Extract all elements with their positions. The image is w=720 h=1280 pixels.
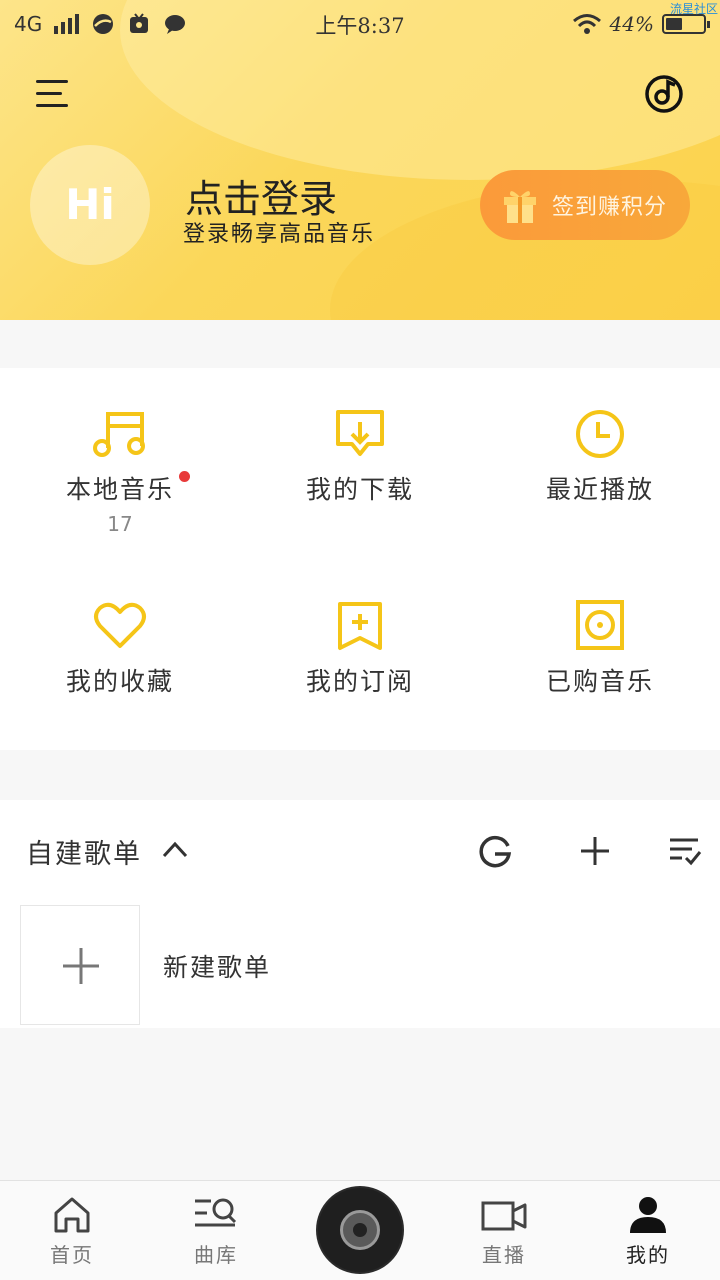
playlist-section: 自建歌单 新建歌单 — [0, 800, 720, 1028]
tab-label: 直播 — [482, 1243, 526, 1267]
tab-label: 我的 — [626, 1243, 670, 1267]
checkin-label: 签到赚积分 — [552, 195, 668, 220]
shortcut-download[interactable]: 我的下载 — [240, 408, 480, 506]
shortcut-label: 我的下载 — [305, 475, 414, 504]
status-bar: 4G 上午8:37 44% 流星社区 — [0, 0, 720, 48]
music-note-icon — [93, 412, 145, 457]
shortcut-purchased[interactable]: 已购音乐 — [480, 600, 720, 698]
notification-dot — [179, 471, 190, 482]
shortcut-subscriptions[interactable]: 我的订阅 — [240, 600, 480, 698]
wifi-icon — [572, 14, 601, 34]
checkin-button[interactable]: 签到赚积分 — [480, 170, 690, 240]
chevron-up-icon[interactable] — [162, 840, 188, 858]
user-icon — [630, 1197, 666, 1233]
now-playing-disc[interactable] — [318, 1188, 402, 1272]
shortcut-grid: 本地音乐 17 我的下载 最近播放 我的收藏 我的订阅 已购音乐 — [0, 368, 720, 750]
shortcut-label: 最近播放 — [545, 475, 654, 504]
shortcut-favorites[interactable]: 我的收藏 — [0, 600, 240, 698]
tab-label: 首页 — [50, 1243, 94, 1267]
shortcut-label: 本地音乐 — [65, 475, 174, 504]
home-icon — [54, 1197, 90, 1233]
shortcut-recent[interactable]: 最近播放 — [480, 408, 720, 506]
new-playlist-label[interactable]: 新建歌单 — [163, 948, 271, 984]
add-icon[interactable] — [578, 834, 612, 868]
menu-icon[interactable] — [36, 80, 68, 108]
tab-home[interactable]: 首页 — [12, 1195, 132, 1268]
shortcut-label: 已购音乐 — [545, 667, 654, 696]
new-playlist-button[interactable] — [20, 905, 140, 1025]
shortcut-local-music[interactable]: 本地音乐 17 — [0, 408, 240, 536]
purchased-disc-icon — [576, 600, 624, 650]
avatar[interactable]: Hi — [30, 145, 150, 265]
manage-list-icon[interactable] — [668, 834, 702, 868]
tab-label: 曲库 — [194, 1243, 238, 1267]
tab-mine[interactable]: 我的 — [588, 1195, 708, 1268]
login-title[interactable]: 点击登录 — [185, 168, 337, 223]
battery-percent: 44% — [609, 12, 654, 36]
shortcut-label: 我的收藏 — [65, 667, 174, 696]
shortcut-label: 我的订阅 — [305, 667, 414, 696]
plus-icon — [63, 948, 99, 984]
download-icon — [336, 410, 384, 456]
gift-icon — [504, 191, 536, 223]
heart-icon — [94, 602, 146, 648]
bookmark-plus-icon — [338, 602, 382, 650]
tab-library[interactable]: 曲库 — [156, 1195, 276, 1268]
login-subtitle: 登录畅享高品音乐 — [183, 222, 376, 247]
battery-icon — [662, 14, 710, 34]
library-search-icon — [195, 1198, 237, 1227]
import-playlist-icon[interactable] — [478, 834, 512, 868]
local-music-count: 17 — [107, 512, 133, 536]
clock-icon — [576, 410, 624, 458]
disc-center — [353, 1223, 367, 1237]
playlist-section-title[interactable]: 自建歌单 — [26, 832, 142, 871]
tab-live[interactable]: 直播 — [444, 1195, 564, 1268]
watermark-text: 流星社区 — [669, 2, 718, 16]
video-camera-icon — [481, 1201, 527, 1231]
music-disc-icon[interactable] — [644, 74, 684, 114]
